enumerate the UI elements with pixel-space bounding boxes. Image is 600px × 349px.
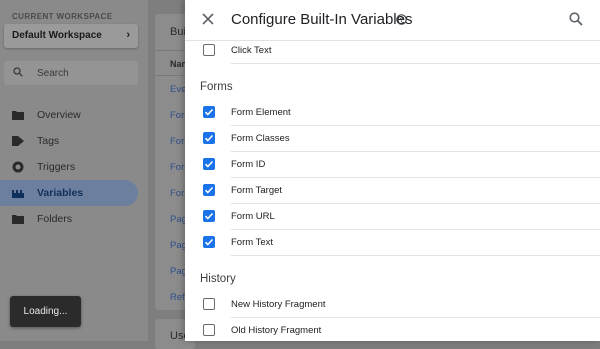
divider (231, 63, 600, 64)
checkbox[interactable] (203, 298, 215, 310)
variable-row-form-classes[interactable]: Form Classes (200, 126, 600, 152)
sidebar-search-input[interactable]: Search (4, 61, 138, 85)
variable-label: Form Element (231, 107, 291, 118)
variable-row-new-history-fragment[interactable]: New History Fragment (200, 292, 600, 318)
workspace-selector[interactable]: Default Workspace › (4, 24, 138, 48)
checkbox[interactable] (203, 324, 215, 336)
search-icon[interactable] (569, 12, 583, 26)
folder-icon (12, 111, 24, 120)
variable-row-form-id[interactable]: Form ID (200, 152, 600, 178)
sidebar-item-label: Variables (37, 187, 84, 199)
variable-row-old-history-fragment[interactable]: Old History Fragment (200, 318, 600, 341)
variable-row-click-text[interactable]: Click Text (200, 38, 600, 64)
loading-toast: Loading... (10, 296, 81, 327)
variable-label: Form Text (231, 237, 274, 248)
divider (231, 255, 600, 256)
variable-row-form-element[interactable]: Form Element (200, 100, 600, 126)
sidebar-item-triggers[interactable]: Triggers (0, 154, 138, 180)
search-icon (13, 67, 23, 77)
variable-row-form-text[interactable]: Form Text (200, 230, 600, 256)
sidebar-item-tags[interactable]: Tags (0, 128, 138, 154)
card-title: Bui (170, 26, 186, 38)
sidebar-item-label: Tags (37, 135, 60, 147)
check-icon (204, 238, 214, 246)
tag-icon (12, 136, 24, 146)
variable-label: Old History Fragment (231, 325, 322, 336)
check-icon (204, 108, 214, 116)
variable-row-form-url[interactable]: Form URL (200, 204, 600, 230)
close-icon[interactable] (200, 11, 216, 27)
checkbox-checked[interactable] (203, 236, 215, 248)
variable-label: Form Target (231, 185, 283, 196)
sidebar-item-label: Folders (37, 213, 73, 225)
sidebar: CURRENT WORKSPACE Default Workspace › Se… (0, 0, 148, 341)
checkbox-checked[interactable] (203, 158, 215, 170)
chevron-right-icon: › (126, 29, 130, 41)
checkbox-checked[interactable] (203, 106, 215, 118)
checkbox[interactable] (203, 44, 215, 56)
variable-label: Form URL (231, 211, 275, 222)
section-title-forms: Forms (200, 81, 233, 93)
help-icon[interactable]: ? (396, 14, 407, 25)
variable-label: Form Classes (231, 133, 290, 144)
variable-label: Form ID (231, 159, 266, 170)
trigger-icon (12, 161, 24, 173)
check-icon (204, 186, 214, 194)
sidebar-item-overview[interactable]: Overview (0, 102, 138, 128)
variable-label: New History Fragment (231, 299, 326, 310)
folder-icon (12, 215, 24, 224)
table-row[interactable]: Eve (170, 84, 186, 95)
checkbox-checked[interactable] (203, 210, 215, 222)
variables-icon (12, 190, 24, 198)
variable-row-form-target[interactable]: Form Target (200, 178, 600, 204)
sidebar-item-label: Triggers (37, 161, 76, 173)
check-icon (204, 134, 214, 142)
check-icon (204, 160, 214, 168)
checkbox-checked[interactable] (203, 184, 215, 196)
search-placeholder: Search (37, 68, 69, 79)
workspace-caption: CURRENT WORKSPACE (12, 12, 113, 21)
configure-variables-panel: Configure Built-In Variables ? Click Tex… (185, 0, 600, 341)
sidebar-item-variables[interactable]: Variables (0, 180, 138, 206)
svg-text:?: ? (400, 17, 404, 24)
section-title-history: History (200, 273, 236, 285)
sidebar-item-label: Overview (37, 109, 81, 121)
variable-label: Click Text (231, 45, 272, 56)
check-icon (204, 212, 214, 220)
sidebar-item-folders[interactable]: Folders (0, 206, 138, 232)
panel-title: Configure Built-In Variables (231, 11, 413, 28)
panel-header: Configure Built-In Variables ? (185, 0, 600, 41)
checkbox-checked[interactable] (203, 132, 215, 144)
workspace-name: Default Workspace (12, 30, 102, 41)
